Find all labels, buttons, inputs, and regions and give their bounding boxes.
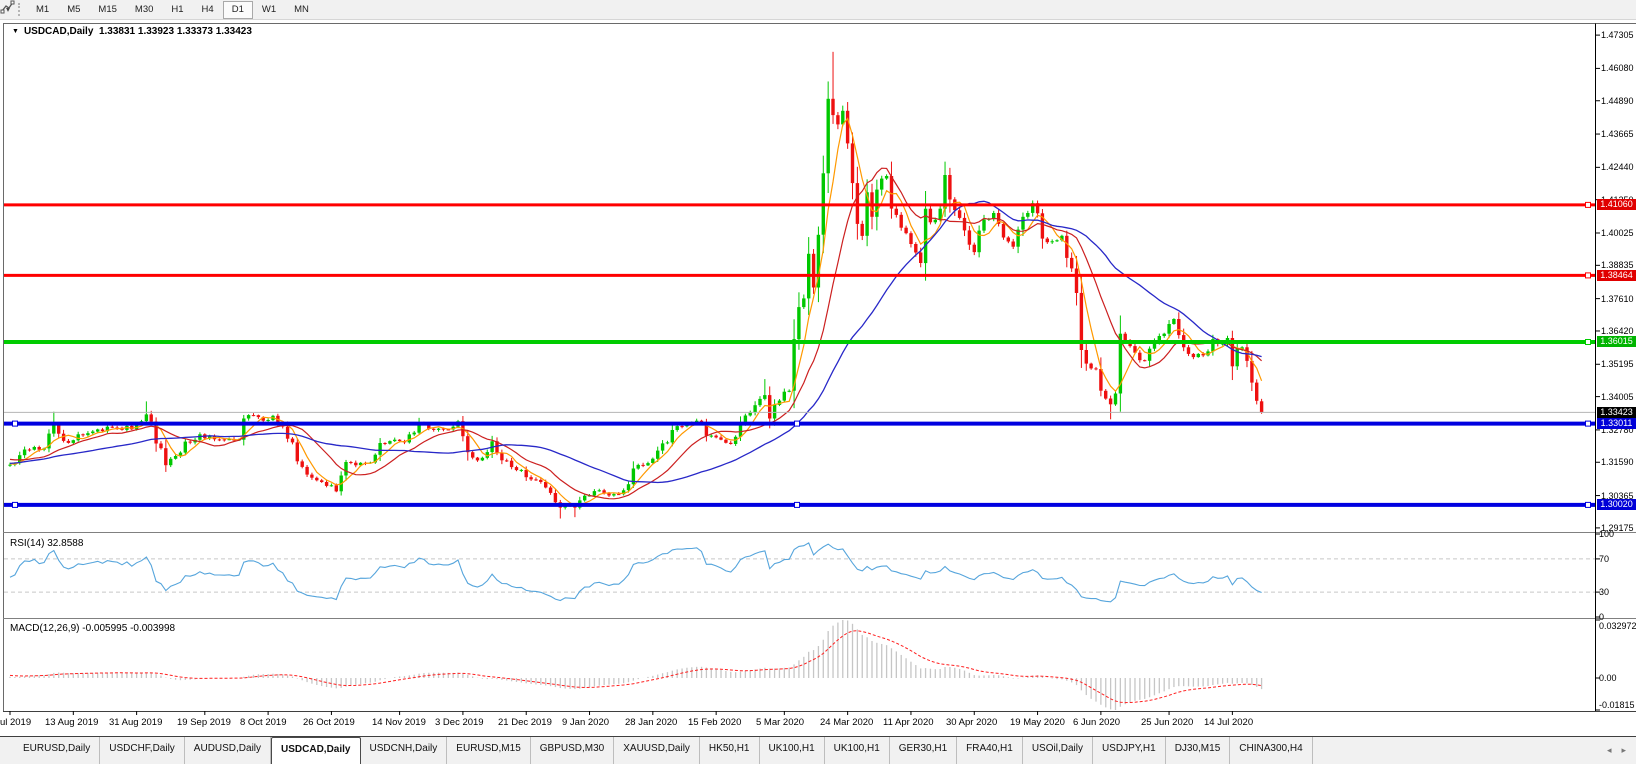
date-tick-label: 26 Oct 2019 [303,717,355,728]
macd-axis-label: -0.01815 [1599,700,1635,710]
date-tick-label: 11 Apr 2020 [883,717,934,728]
date-tick-label: 28 Jan 2020 [625,717,677,728]
rsi-indicator-label: RSI(14) 32.8588 [10,538,83,549]
rsi-level-label: 100 [1599,529,1614,539]
date-tick-label: 9 Jan 2020 [562,717,609,728]
macd-axis-label: 0.032972 [1599,621,1636,631]
date-tick-label: 19 Sep 2019 [177,717,231,728]
date-tick-label: 8 Oct 2019 [240,717,286,728]
rsi-level-label: 30 [1599,587,1609,597]
price-badge: 1.33423 [1597,407,1636,418]
terminal-window: ▾ M1M5M15M30H1H4D1W1MN ▼USDCAD,Daily 1.3… [0,0,1636,764]
date-tick-label: 25 Jul 2019 [0,717,31,728]
price-badge: 1.38464 [1597,270,1636,281]
chart-collapse-icon[interactable]: ▼ [12,28,19,35]
rsi-level-label: 70 [1599,554,1609,564]
date-tick-label: 13 Aug 2019 [45,717,98,728]
horizontal-level-lines[interactable] [4,202,1595,507]
price-tick-label: 1.31590 [1601,457,1635,467]
date-tick-label: 6 Jun 2020 [1073,717,1120,728]
price-tick-label: 1.37610 [1601,294,1635,304]
price-tick-label: 1.47305 [1601,30,1635,40]
candlestick-series [8,52,1263,519]
rsi-panel [4,543,1595,602]
macd-panel [10,620,1262,710]
chart-ohlc-values: 1.33831 1.33923 1.33373 1.33423 [99,26,252,37]
date-tick-label: 21 Dec 2019 [498,717,552,728]
chart-title: ▼ USDCAD,Daily 1.33831 1.33923 1.33373 1.… [12,26,252,37]
price-tick-label: 1.35195 [1601,359,1635,369]
date-tick-label: 19 May 2020 [1010,717,1065,728]
chart-symbol-label: USDCAD,Daily [24,26,93,37]
date-tick-label: 3 Dec 2019 [435,717,484,728]
price-tick-label: 1.46080 [1601,63,1635,73]
price-tick-label: 1.36420 [1601,326,1635,336]
date-tick-label: 30 Apr 2020 [946,717,997,728]
price-badge: 1.33011 [1597,418,1636,429]
date-tick-label: 25 Jun 2020 [1141,717,1193,728]
date-tick-label: 24 Mar 2020 [820,717,873,728]
price-badge: 1.41060 [1597,199,1636,210]
price-tick-label: 1.40025 [1601,228,1635,238]
price-tick-label: 1.38835 [1601,260,1635,270]
price-badge: 1.36015 [1597,336,1636,347]
chart-canvas[interactable] [0,0,1636,764]
macd-axis-label: 0.00 [1599,673,1617,683]
date-tick-label: 31 Aug 2019 [109,717,162,728]
price-tick-label: 1.34005 [1601,392,1635,402]
date-tick-label: 5 Mar 2020 [756,717,804,728]
macd-indicator-label: MACD(12,26,9) -0.005995 -0.003998 [10,623,175,634]
price-tick-label: 1.43665 [1601,129,1635,139]
date-tick-label: 15 Feb 2020 [688,717,741,728]
price-tick-label: 1.42440 [1601,162,1635,172]
price-tick-label: 1.44890 [1601,96,1635,106]
date-tick-label: 14 Nov 2019 [372,717,426,728]
panel-borders [3,24,1636,716]
price-badge: 1.30020 [1597,499,1636,510]
date-tick-label: 14 Jul 2020 [1204,717,1253,728]
